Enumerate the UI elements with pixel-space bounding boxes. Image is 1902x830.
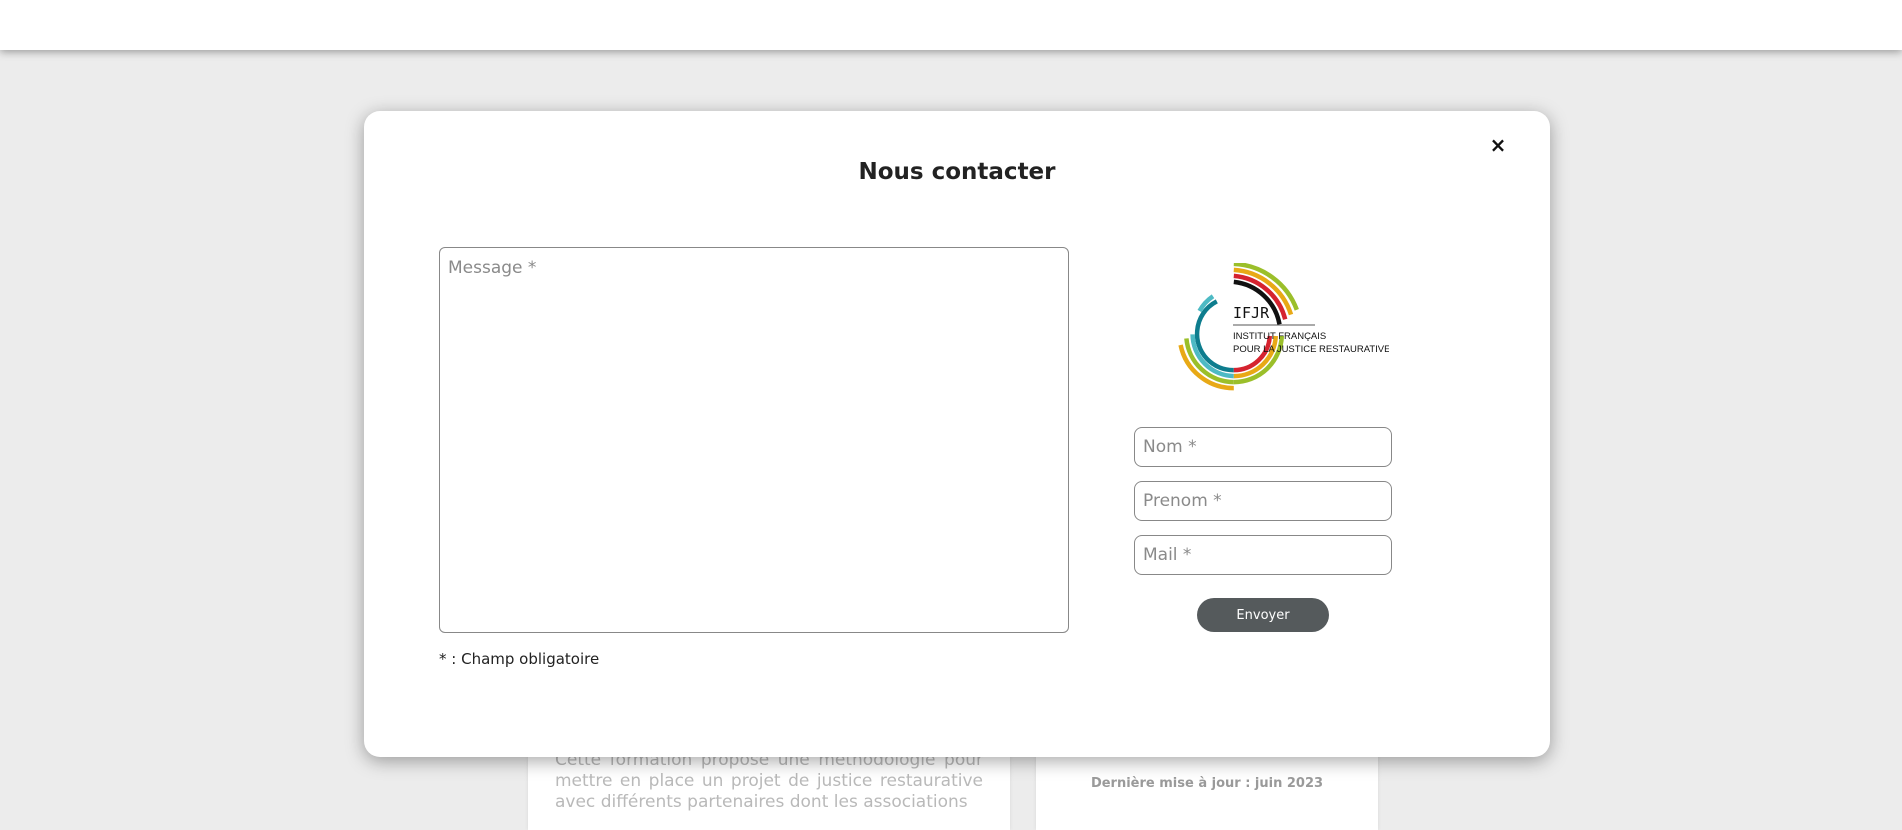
close-icon[interactable]: ×: [1486, 133, 1510, 157]
nom-input[interactable]: [1134, 427, 1392, 467]
message-textarea[interactable]: [439, 247, 1069, 633]
mail-input[interactable]: [1134, 535, 1392, 575]
background-article-text: Cette formation propose une méthodologie…: [555, 750, 983, 812]
logo-acronym: IFJR: [1233, 304, 1270, 322]
send-button[interactable]: Envoyer: [1197, 598, 1329, 632]
prenom-input[interactable]: [1134, 481, 1392, 521]
ifjr-logo: IFJR INSTITUT FRANÇAIS POUR LA JUSTICE R…: [1178, 263, 1389, 391]
contact-modal: × Nous contacter * : Champ obligatoire I…: [364, 111, 1550, 757]
required-field-note: * : Champ obligatoire: [439, 650, 600, 668]
background-last-update: Dernière mise à jour : juin 2023: [1090, 776, 1324, 791]
top-navigation-bar: [0, 0, 1902, 50]
modal-title: Nous contacter: [858, 159, 1056, 185]
logo-line-2: POUR LA JUSTICE RESTAURATIVE: [1233, 344, 1389, 355]
logo-line-1: INSTITUT FRANÇAIS: [1233, 331, 1326, 342]
